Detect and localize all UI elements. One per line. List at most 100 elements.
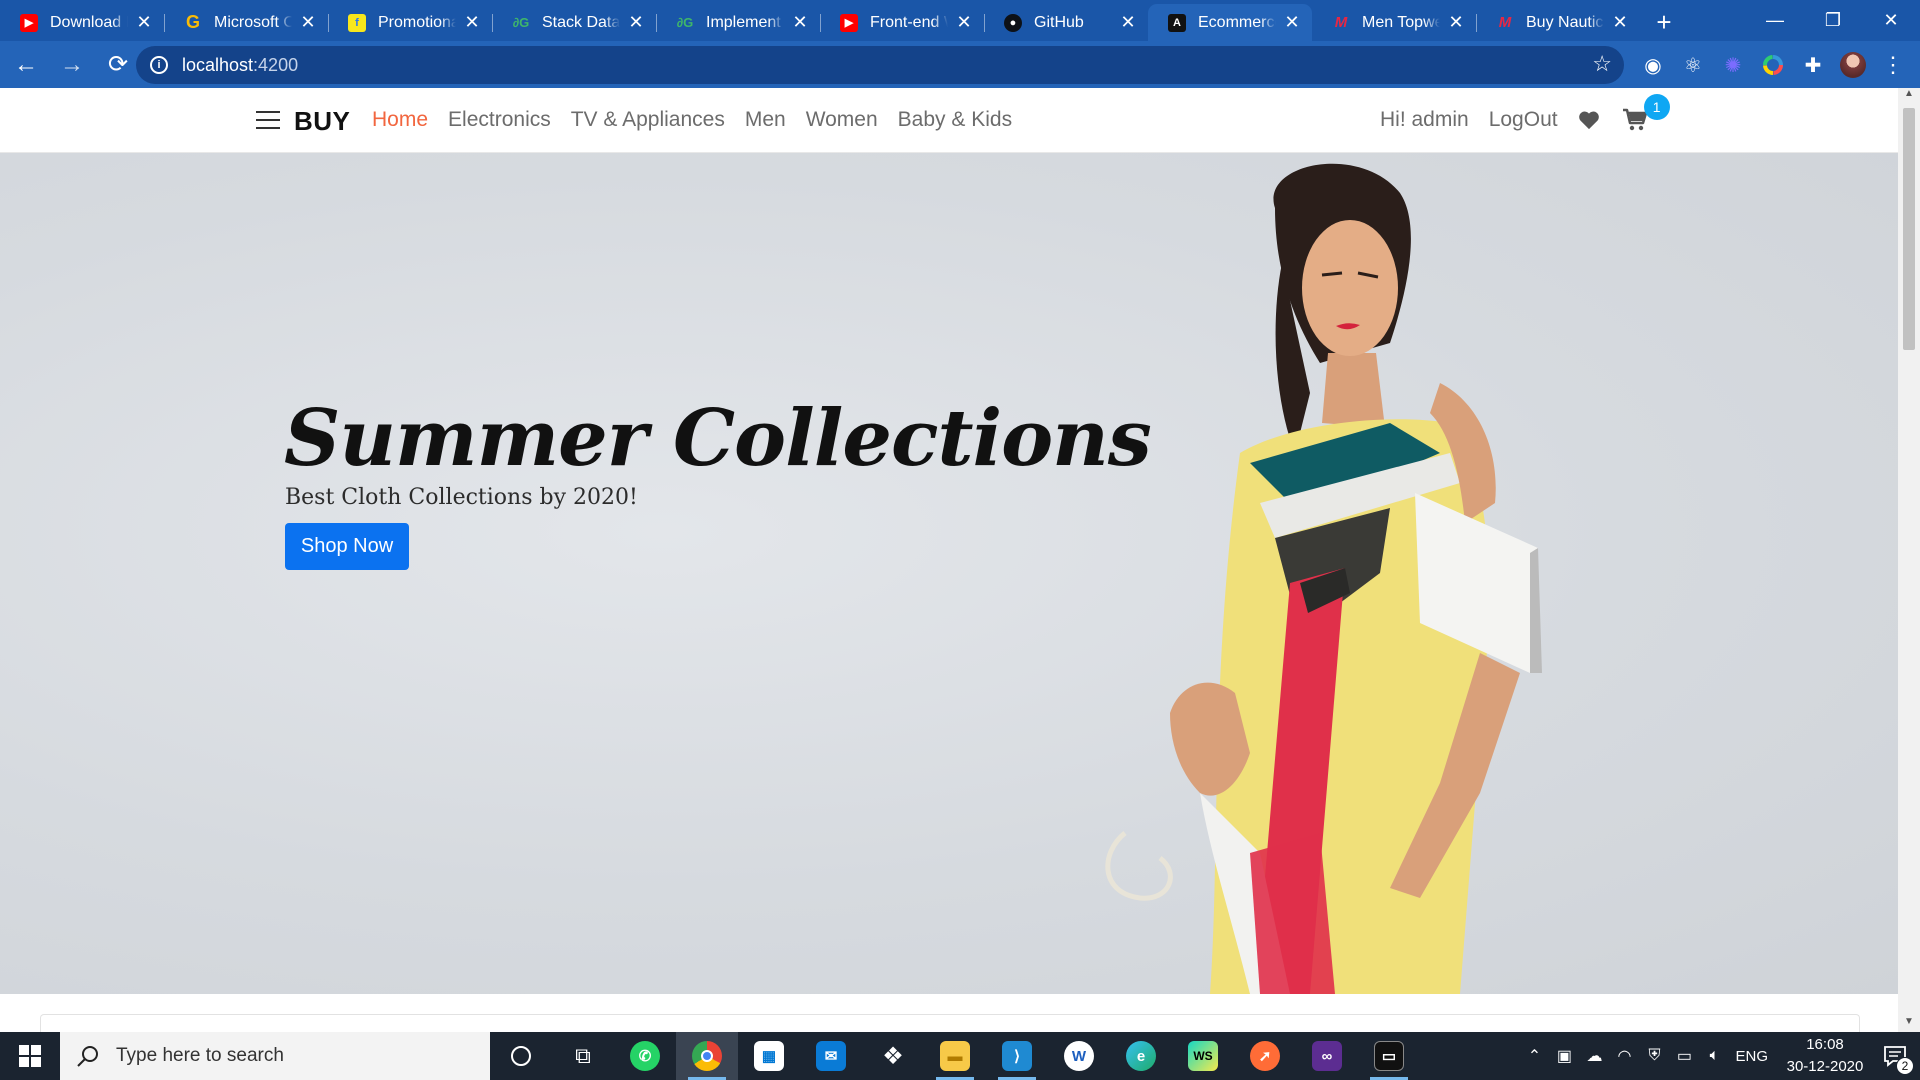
shop-now-button[interactable]: Shop Now [285,523,409,570]
user-greeting: Hi! admin [1380,108,1469,131]
browser-tab[interactable]: G Microsoft Of ✕ [164,4,328,41]
postman-icon[interactable]: ➚ [1234,1032,1296,1080]
browser-tab[interactable]: ∂G Implement t ✕ [656,4,820,41]
nav-link-women[interactable]: Women [806,108,878,132]
tab-title: Download In [50,13,128,31]
tab-title: Men Topwe [1362,13,1440,31]
writer-icon[interactable]: W [1048,1032,1110,1080]
tab-title: Front-end W [870,13,948,31]
webstorm-icon[interactable]: WS [1172,1032,1234,1080]
whatsapp-icon[interactable]: ✆ [614,1032,676,1080]
reload-icon[interactable]: ⟳ [98,45,138,85]
tab-close-icon[interactable]: ✕ [1446,12,1466,33]
angular-icon: A [1168,13,1186,32]
forward-arrow-icon[interactable]: → [52,45,92,85]
scroll-down-arrow-icon[interactable]: ▼ [1898,1016,1920,1032]
edge-icon[interactable]: e [1110,1032,1172,1080]
nav-link-baby-kids[interactable]: Baby & Kids [898,108,1012,132]
site-info-icon[interactable]: i [150,56,168,74]
hamburger-menu-icon[interactable] [256,111,280,129]
tab-title: Buy Nautica [1526,13,1604,31]
scrollbar-thumb[interactable] [1903,108,1915,350]
terminal-icon[interactable]: ▭ [1358,1032,1420,1080]
extension-camera-icon[interactable]: ◉ [1634,46,1672,84]
taskbar-clock[interactable]: 16:08 30-12-2020 [1780,1034,1870,1078]
tab-close-icon[interactable]: ✕ [1282,12,1302,33]
scroll-up-arrow-icon[interactable]: ▲ [1898,88,1920,104]
profile-avatar[interactable] [1834,46,1872,84]
browser-tab[interactable]: ▶ Front-end W ✕ [820,4,984,41]
fashion-model-image [1105,163,1542,994]
input-language[interactable]: ENG [1735,1048,1768,1065]
browser-tab[interactable]: M Men Topwe ✕ [1312,4,1476,41]
bookmark-star-icon[interactable]: ☆ [1592,51,1612,77]
tab-close-icon[interactable]: ✕ [954,12,974,33]
cart-count-badge: 1 [1643,94,1670,120]
wishlist-heart-icon[interactable] [1578,109,1600,131]
logout-link[interactable]: LogOut [1489,108,1558,132]
site-brand[interactable]: BUY [294,106,350,137]
tab-close-icon[interactable]: ✕ [298,12,318,33]
extensions-puzzle-icon[interactable]: ✚ [1794,46,1832,84]
clock-date: 30-12-2020 [1786,1058,1864,1075]
dropbox-icon[interactable]: ❖ [862,1032,924,1080]
mail-icon[interactable]: ✉ [800,1032,862,1080]
tab-close-icon[interactable]: ✕ [790,12,810,33]
tab-close-icon[interactable]: ✕ [1610,12,1630,33]
cart-button[interactable]: 1 [1622,94,1670,132]
extension-react-icon[interactable]: ⚛ [1674,46,1712,84]
windows-start-icon[interactable] [0,1032,60,1080]
page-scrollbar[interactable]: ▲ ▼ [1898,88,1920,1032]
nav-link-tv-appliances[interactable]: TV & Appliances [571,108,725,132]
nav-link-electronics[interactable]: Electronics [448,108,551,132]
vscode-icon[interactable]: ⟩ [986,1032,1048,1080]
onedrive-icon[interactable]: ☁ [1579,1046,1609,1066]
volume-icon[interactable]: 🔈︎ [1699,1047,1729,1065]
tab-close-icon[interactable]: ✕ [626,12,646,33]
taskbar-search-placeholder: Type here to search [116,1045,284,1066]
battery-icon[interactable]: ▭ [1669,1046,1699,1066]
tab-close-icon[interactable]: ✕ [462,12,482,33]
new-tab-plus-icon[interactable]: + [1644,4,1684,41]
browser-tab[interactable]: M Buy Nautica ✕ [1476,4,1640,41]
minimize-icon[interactable]: — [1746,0,1804,41]
close-window-icon[interactable]: ✕ [1862,0,1920,41]
site-navbar: BUY Home Electronics TV & Appliances Men… [0,88,1898,153]
browser-tab[interactable]: f Promotional ✕ [328,4,492,41]
nav-link-men[interactable]: Men [745,108,786,132]
chrome-icon[interactable] [676,1032,738,1080]
youtube-icon: ▶ [840,13,858,32]
browser-tab[interactable]: ∂G Stack Data S ✕ [492,4,656,41]
browser-toolbar: ← → ⟳ i localhost:4200 ☆ ◉ ⚛ ✺ ✚ ⋮ [0,41,1920,88]
browser-tab-active[interactable]: A Ecommerce/ ✕ [1148,4,1312,41]
address-bar[interactable]: i localhost:4200 ☆ [136,46,1624,84]
task-view-icon[interactable]: ⧉ [552,1032,614,1080]
google-icon: G [185,12,200,32]
browser-tab[interactable]: ▶ Download In ✕ [0,4,164,41]
restore-icon[interactable]: ❐ [1804,0,1862,41]
cortana-icon[interactable] [490,1032,552,1080]
taskbar-search-box[interactable]: Type here to search [60,1032,490,1080]
store-icon[interactable]: ▦ [738,1032,800,1080]
antivirus-icon[interactable]: ⛨ [1639,1047,1669,1065]
file-explorer-icon[interactable]: ▬ [924,1032,986,1080]
browser-tab[interactable]: ● GitHub ✕ [984,4,1148,41]
show-hidden-icons-icon[interactable]: ⌃ [1519,1046,1549,1066]
extension-spark-icon[interactable]: ✺ [1714,46,1752,84]
action-center-button[interactable]: 2 [1870,1045,1920,1075]
wifi-icon[interactable]: ◠ [1609,1046,1639,1066]
url-text: localhost:4200 [182,54,299,75]
youtube-icon: ▶ [20,13,38,32]
tab-close-icon[interactable]: ✕ [1118,12,1138,33]
visual-studio-icon[interactable]: ∞ [1296,1032,1358,1080]
extension-color-wheel-icon[interactable] [1754,46,1792,84]
tab-close-icon[interactable]: ✕ [134,12,154,33]
nav-link-home[interactable]: Home [372,108,428,132]
browser-menu-icon[interactable]: ⋮ [1874,46,1912,84]
hero-subtitle: Best Cloth Collections by 2020! [285,485,638,510]
tab-title: GitHub [1034,13,1084,31]
content-card [40,1014,1860,1032]
meet-now-icon[interactable]: ▣ [1549,1046,1579,1066]
tab-title: Ecommerce/ [1198,13,1276,31]
back-arrow-icon[interactable]: ← [6,45,46,85]
